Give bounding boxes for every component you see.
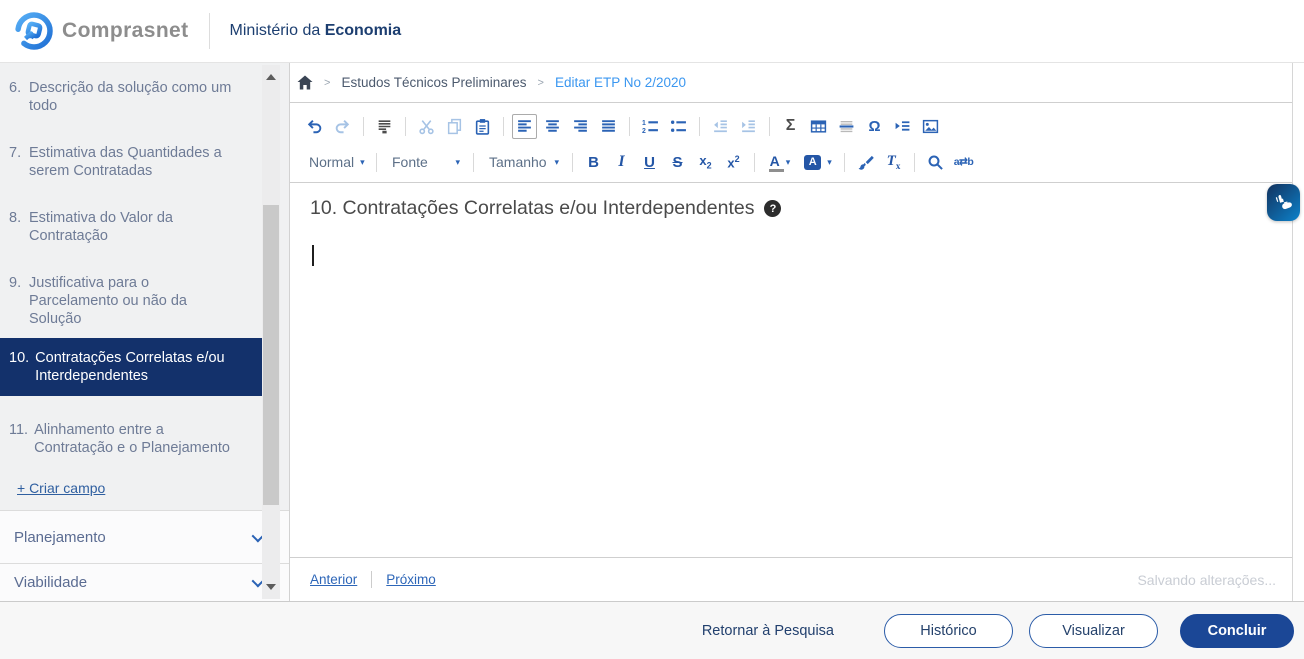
- sidebar-item-7[interactable]: 7. Estimativa das Quantidades a serem Co…: [0, 138, 273, 186]
- richtext-toolbar: 12 Σ Ω Normal ▾ Fonte ▾ Tamanho ▾ B I U …: [290, 103, 1292, 183]
- sidebar-item-10-active[interactable]: 10. Contratações Correlatas e/ou Interde…: [0, 338, 273, 396]
- sidebar-scrollbar[interactable]: [262, 65, 280, 599]
- toolbar-row-1: 12 Σ Ω: [302, 108, 1292, 144]
- copy-icon[interactable]: [442, 114, 467, 139]
- text-cursor-caret: [312, 245, 314, 266]
- caret-down-icon: ▾: [827, 156, 832, 167]
- align-right-icon[interactable]: [568, 114, 593, 139]
- page-break-icon[interactable]: [890, 114, 915, 139]
- autosave-status: Salvando alterações...: [1137, 571, 1276, 588]
- sidebar-section-planejamento[interactable]: Planejamento: [0, 510, 289, 563]
- toolbar-separator: [844, 152, 845, 172]
- bold-icon[interactable]: B: [581, 150, 606, 175]
- align-center-icon[interactable]: [540, 114, 565, 139]
- cut-icon[interactable]: [414, 114, 439, 139]
- sidebar-item-8[interactable]: 8. Estimativa do Valor da Contratação: [0, 203, 273, 251]
- toolbar-separator: [699, 116, 700, 136]
- math-formula-icon[interactable]: Σ: [778, 114, 803, 139]
- ministry-title: Ministério da Economia: [229, 22, 402, 39]
- svg-text:2: 2: [642, 127, 646, 134]
- print-icon[interactable]: [372, 114, 397, 139]
- scroll-up-arrow-icon[interactable]: [266, 74, 276, 80]
- toolbar-separator: [473, 152, 474, 172]
- breadcrumb-current-page[interactable]: Editar ETP No 2/2020: [555, 75, 686, 90]
- insert-table-icon[interactable]: [806, 114, 831, 139]
- toolbar-separator: [363, 116, 364, 136]
- scrollbar-thumb[interactable]: [263, 205, 279, 505]
- italic-icon[interactable]: I: [609, 150, 634, 175]
- toolbar-separator: [914, 152, 915, 172]
- sidebar-item-11[interactable]: 11. Alinhamento entre a Contratação e o …: [0, 415, 273, 463]
- help-icon[interactable]: ?: [764, 200, 782, 217]
- toolbar-separator: [405, 116, 406, 136]
- breadcrumb-separator: >: [537, 76, 544, 89]
- toolbar-separator: [376, 152, 377, 172]
- finish-button[interactable]: Concluir: [1180, 613, 1294, 648]
- toolbar-separator: [572, 152, 573, 172]
- vlibras-accessibility-button[interactable]: [1267, 184, 1300, 221]
- paste-icon[interactable]: [470, 114, 495, 139]
- font-family-dropdown[interactable]: Fonte ▾: [385, 154, 465, 170]
- redo-icon[interactable]: [330, 114, 355, 139]
- undo-icon[interactable]: [302, 114, 327, 139]
- app-header: Comprasnet Ministério da Economia: [0, 0, 1304, 63]
- main-panel: > Estudos Técnicos Preliminares > Editar…: [290, 63, 1300, 601]
- special-character-icon[interactable]: Ω: [862, 114, 887, 139]
- underline-icon[interactable]: U: [637, 150, 662, 175]
- subscript-icon[interactable]: x2: [693, 150, 718, 175]
- sidebar-item-6[interactable]: 6. Descrição da solução como um todo: [0, 73, 273, 121]
- superscript-icon[interactable]: x2: [721, 150, 746, 175]
- return-to-search-link[interactable]: Retornar à Pesquisa: [702, 623, 834, 639]
- toolbar-row-2: Normal ▾ Fonte ▾ Tamanho ▾ B I U S x2 x2…: [302, 144, 1292, 180]
- action-footer: Retornar à Pesquisa Histórico Visualizar…: [0, 601, 1304, 659]
- increase-indent-icon[interactable]: [736, 114, 761, 139]
- previous-section-link[interactable]: Anterior: [310, 572, 357, 587]
- caret-down-icon: ▾: [455, 156, 460, 167]
- caret-down-icon: ▾: [785, 156, 791, 167]
- replace-icon[interactable]: a⇄b: [951, 150, 976, 175]
- toolbar-separator: [503, 116, 504, 136]
- paragraph-format-dropdown[interactable]: Normal ▾: [302, 154, 368, 170]
- history-button[interactable]: Histórico: [884, 613, 1013, 648]
- strikethrough-icon[interactable]: S: [665, 150, 690, 175]
- nav-divider: [371, 571, 373, 588]
- toolbar-separator: [754, 152, 755, 172]
- toolbar-separator: [629, 116, 630, 136]
- horizontal-line-icon[interactable]: [834, 114, 859, 139]
- breadcrumb-separator: >: [324, 76, 331, 89]
- caret-down-icon: ▾: [554, 156, 559, 167]
- preview-button[interactable]: Visualizar: [1029, 613, 1158, 648]
- align-left-icon[interactable]: [512, 113, 537, 139]
- editor-content-area[interactable]: 10. Contratações Correlatas e/ou Interde…: [290, 183, 1300, 557]
- next-section-link[interactable]: Próximo: [386, 572, 436, 587]
- breadcrumb-etp-link[interactable]: Estudos Técnicos Preliminares: [341, 75, 526, 90]
- insert-image-icon[interactable]: [918, 114, 943, 139]
- bulleted-list-icon[interactable]: [666, 114, 691, 139]
- font-size-dropdown[interactable]: Tamanho ▾: [482, 154, 564, 170]
- editor-pagination-bar: Anterior Próximo Salvando alterações...: [290, 557, 1292, 601]
- copy-formatting-brush-icon[interactable]: [853, 150, 878, 175]
- sidebar-section-viabilidade[interactable]: Viabilidade: [0, 563, 289, 601]
- scroll-down-arrow-icon[interactable]: [266, 584, 276, 590]
- home-icon[interactable]: [297, 75, 313, 90]
- background-color-icon[interactable]: A ▾: [800, 150, 836, 175]
- find-icon[interactable]: [923, 150, 948, 175]
- toolbar-separator: [769, 116, 770, 136]
- section-heading: 10. Contratações Correlatas e/ou Interde…: [310, 197, 1272, 220]
- numbered-list-icon[interactable]: 12: [638, 114, 663, 139]
- decrease-indent-icon[interactable]: [708, 114, 733, 139]
- breadcrumb: > Estudos Técnicos Preliminares > Editar…: [290, 63, 1292, 103]
- text-color-icon[interactable]: A ▾: [763, 150, 797, 175]
- remove-format-icon[interactable]: Tx: [881, 150, 906, 175]
- header-divider: [208, 13, 210, 49]
- create-field-link[interactable]: + Criar campo: [17, 480, 105, 496]
- sidebar-item-9[interactable]: 9. Justificativa para o Parcelamento ou …: [0, 268, 273, 334]
- etp-sections-sidebar: 6. Descrição da solução como um todo 7. …: [0, 63, 290, 601]
- justify-icon[interactable]: [596, 114, 621, 139]
- svg-text:1: 1: [642, 119, 646, 126]
- caret-down-icon: ▾: [360, 156, 365, 167]
- brand-name: Comprasnet: [62, 19, 189, 42]
- comprasnet-logo-icon: [10, 7, 58, 55]
